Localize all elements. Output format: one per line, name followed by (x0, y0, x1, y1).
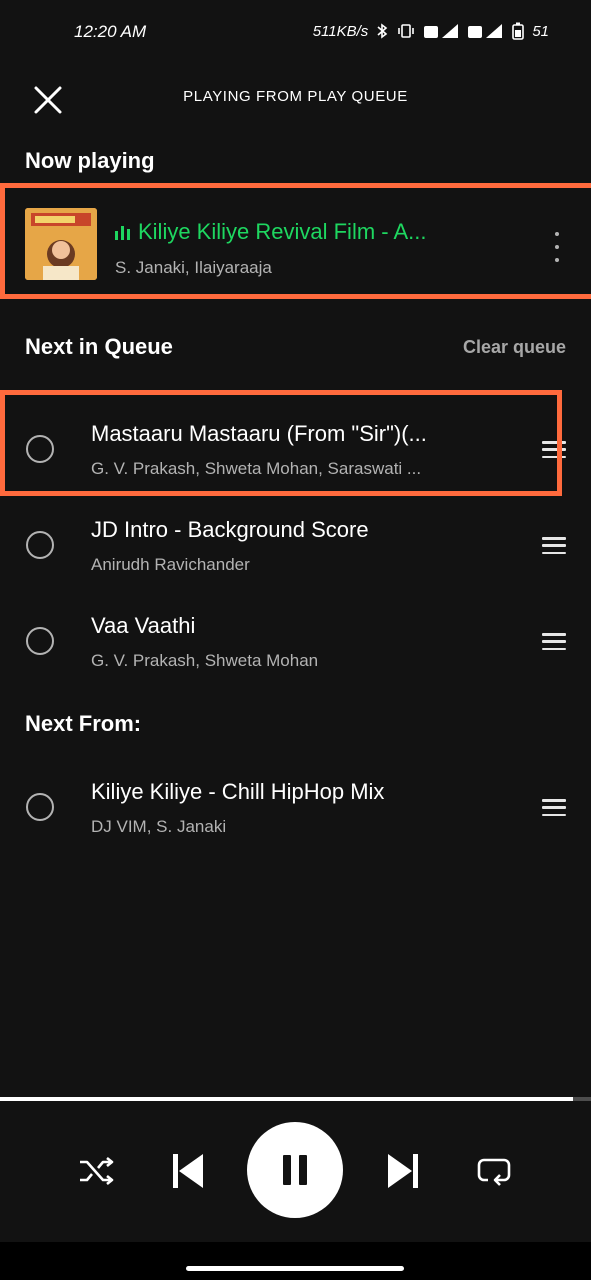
more-dot (555, 258, 559, 262)
progress-bar[interactable] (0, 1097, 591, 1101)
next-in-queue-heading: Next in Queue (25, 334, 173, 359)
status-time: 12:20 AM (74, 22, 147, 41)
header: PLAYING FROM PLAY QUEUE (0, 70, 591, 124)
header-title: PLAYING FROM PLAY QUEUE (183, 88, 408, 105)
now-playing-title: Kiliye Kiliye Revival Film - A... (115, 219, 427, 245)
repeat-icon (477, 1158, 511, 1186)
battery-icon (512, 22, 525, 40)
next-from-item-artist: DJ VIM, S. Janaki (91, 817, 227, 836)
now-playing-row[interactable]: Kiliye Kiliye Revival Film - A... S. Jan… (0, 183, 591, 299)
vibrate-icon (396, 23, 416, 39)
album-art (25, 208, 97, 280)
select-radio[interactable] (26, 627, 54, 655)
next-from-item[interactable]: Kiliye Kiliye - Chill HipHop Mix DJ VIM,… (0, 759, 591, 855)
queue-item[interactable]: Vaa Vaathi G. V. Prakash, Shweta Mohan (0, 593, 591, 689)
clear-queue-button[interactable]: Clear queue (463, 337, 566, 358)
next-from-heading: Next From: (25, 711, 142, 736)
pause-icon (283, 1155, 307, 1185)
drag-handle-icon[interactable] (542, 537, 566, 554)
repeat-button[interactable] (471, 1148, 517, 1194)
skip-next-icon (388, 1154, 418, 1188)
previous-button[interactable] (164, 1148, 210, 1194)
system-nav-bar (0, 1242, 591, 1280)
next-button[interactable] (381, 1148, 427, 1194)
queue-item-title: Vaa Vaathi (91, 613, 196, 638)
drag-handle-icon[interactable] (542, 441, 566, 458)
shuffle-icon (80, 1156, 114, 1186)
select-radio[interactable] (26, 435, 54, 463)
status-icons: 511KB/s 51 (313, 22, 549, 40)
queue-item-artist: G. V. Prakash, Shweta Mohan, Saraswati .… (91, 459, 422, 478)
select-radio[interactable] (26, 531, 54, 559)
home-gesture-pill[interactable] (186, 1266, 404, 1271)
drag-handle-icon[interactable] (542, 633, 566, 650)
now-playing-heading: Now playing (25, 148, 155, 173)
equalizer-icon (115, 224, 130, 240)
queue-screen: 12:20 AM 511KB/s 51 PLAYING FROM PLAY QU… (0, 0, 591, 1280)
now-playing-title-text: Kiliye Kiliye Revival Film - A... (138, 219, 427, 244)
more-dot (555, 232, 559, 236)
status-bar: 12:20 AM 511KB/s 51 (0, 0, 591, 66)
volte-signal-icon (424, 22, 460, 40)
more-options-button[interactable] (551, 232, 563, 262)
queue-item-title: Mastaaru Mastaaru (From "Sir")(... (91, 421, 427, 446)
drag-handle-icon[interactable] (542, 799, 566, 816)
next-from-item-title: Kiliye Kiliye - Chill HipHop Mix (91, 779, 385, 804)
shuffle-button[interactable] (74, 1148, 120, 1194)
battery-level: 51 (532, 22, 549, 40)
volte-signal-2-icon (468, 22, 504, 40)
pause-button[interactable] (247, 1122, 343, 1218)
queue-item-artist: Anirudh Ravichander (91, 555, 250, 574)
skip-previous-icon (173, 1154, 203, 1188)
select-radio[interactable] (26, 793, 54, 821)
now-playing-artist: S. Janaki, Ilaiyaraaja (115, 258, 272, 277)
queue-item[interactable]: JD Intro - Background Score Anirudh Ravi… (0, 497, 591, 593)
queue-item[interactable]: Mastaaru Mastaaru (From "Sir")(... G. V.… (0, 401, 591, 497)
bluetooth-icon (376, 23, 388, 39)
progress-fill (0, 1097, 574, 1101)
player-controls (0, 1120, 591, 1220)
more-dot (555, 245, 559, 249)
queue-item-title: JD Intro - Background Score (91, 517, 369, 542)
network-speed: 511KB/s (312, 22, 369, 40)
queue-item-artist: G. V. Prakash, Shweta Mohan (91, 651, 319, 670)
